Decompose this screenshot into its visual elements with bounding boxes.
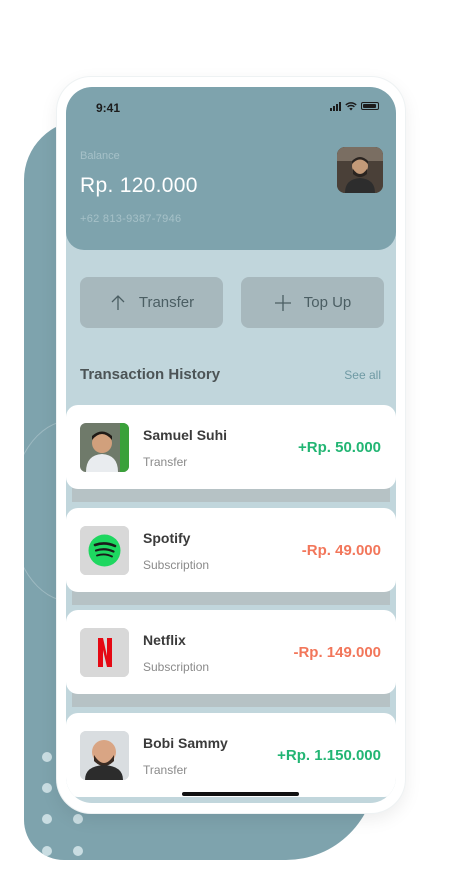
list-separator (72, 488, 390, 502)
transaction-type: Transfer (143, 763, 188, 777)
see-all-link[interactable]: See all (344, 368, 381, 382)
status-icons (330, 101, 379, 111)
profile-photo-icon (337, 147, 383, 193)
transaction-type: Transfer (143, 455, 188, 469)
transfer-button[interactable]: Transfer (80, 277, 223, 328)
transaction-type: Subscription (143, 660, 210, 674)
transaction-row-spotify[interactable]: Spotify Subscription -Rp. 49.000 (66, 508, 396, 592)
profile-avatar[interactable] (337, 147, 383, 193)
transaction-amount: -Rp. 49.000 (301, 542, 381, 559)
balance-label: Balance (80, 150, 120, 162)
transfer-button-label: Transfer (138, 294, 195, 311)
transaction-name: Bobi Sammy (143, 735, 228, 751)
top-up-button[interactable]: Top Up (241, 277, 384, 328)
balance-amount: Rp. 120.000 (80, 174, 198, 197)
bobi-avatar (80, 731, 129, 780)
transaction-name: Samuel Suhi (143, 427, 228, 443)
samuel-avatar (80, 423, 129, 472)
transaction-amount: -Rp. 149.000 (293, 644, 381, 661)
app-screen: 9:41 Balance Rp. 120.000 +62 813-9387-79… (66, 87, 396, 803)
transaction-row-samuel-suhi[interactable]: Samuel Suhi Transfer +Rp. 50.000 (66, 405, 396, 489)
wifi-icon (345, 102, 357, 111)
phone-number: +62 813-9387-7946 (80, 213, 182, 225)
transaction-history-title: Transaction History (80, 366, 221, 383)
spotify-icon (80, 526, 129, 575)
phone-frame: 9:41 Balance Rp. 120.000 +62 813-9387-79… (57, 77, 405, 813)
status-time: 9:41 (96, 101, 121, 115)
netflix-icon (80, 628, 129, 677)
battery-icon (361, 102, 379, 110)
transaction-row-netflix[interactable]: Netflix Subscription -Rp. 149.000 (66, 610, 396, 694)
balance-header: 9:41 Balance Rp. 120.000 +62 813-9387-79… (66, 87, 396, 250)
home-indicator[interactable] (182, 792, 299, 796)
transaction-amount: +Rp. 1.150.000 (277, 747, 381, 764)
transaction-name: Netflix (143, 632, 186, 648)
list-separator (72, 591, 390, 605)
top-up-button-label: Top Up (303, 294, 352, 311)
plus-icon (274, 294, 291, 311)
list-separator (72, 693, 390, 707)
arrow-up-icon (111, 294, 125, 310)
transaction-name: Spotify (143, 530, 191, 546)
transaction-row-bobi-sammy[interactable]: Bobi Sammy Transfer +Rp. 1.150.000 (66, 713, 396, 797)
cellular-signal-icon (330, 101, 341, 111)
transaction-amount: +Rp. 50.000 (298, 439, 381, 456)
transaction-type: Subscription (143, 558, 210, 572)
